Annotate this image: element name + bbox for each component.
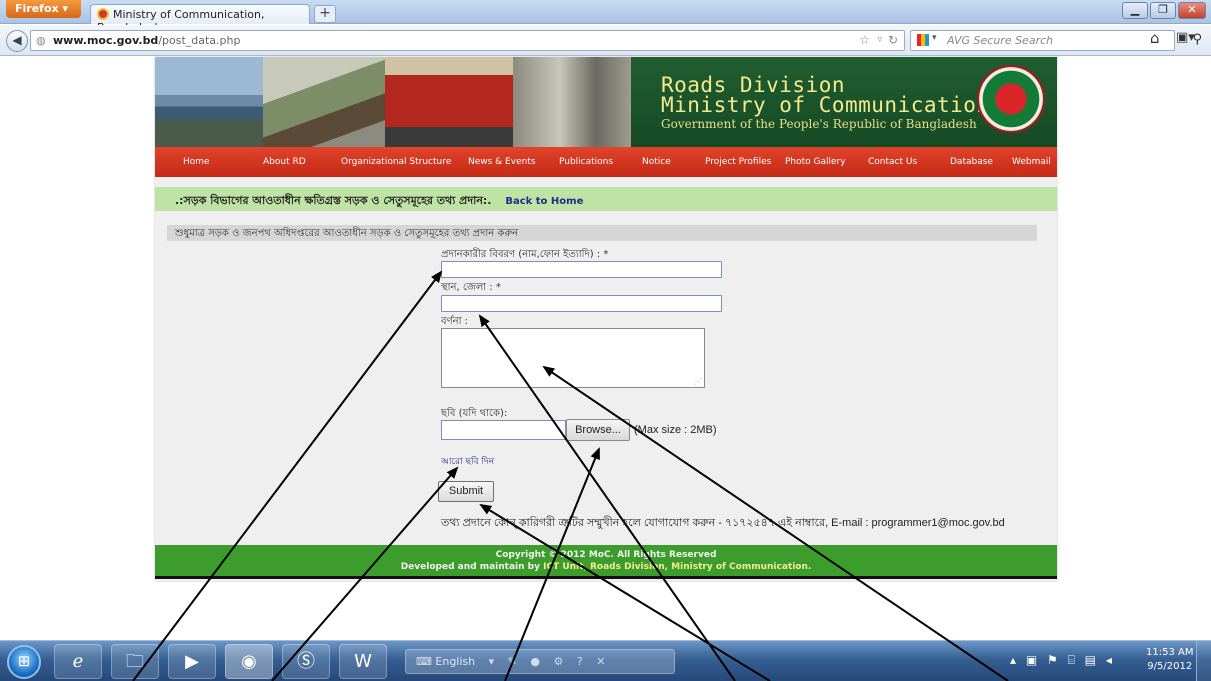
help-icon[interactable]: ? — [577, 655, 583, 668]
firefox-menu-label: Firefox — [15, 2, 59, 15]
description-textarea[interactable]: ⋰ — [441, 328, 705, 388]
menu-home[interactable]: Home — [183, 157, 210, 167]
minimize-icon[interactable]: ▁ — [1122, 2, 1148, 19]
skype-icon[interactable]: Ⓢ — [282, 644, 330, 679]
browser-title-bar: Firefox ▾ Ministry of Communication, Ban… — [0, 0, 1211, 34]
site-banner: Roads Division Ministry of Communication… — [155, 57, 1057, 147]
history-dropdown-icon[interactable]: ▿ — [877, 35, 882, 45]
site-menu-bar: Home About RD Organizational Structure N… — [155, 147, 1057, 177]
pen-icon[interactable]: ✎ — [508, 655, 517, 668]
menu-notice[interactable]: Notice — [642, 157, 671, 167]
language-label: English — [435, 655, 476, 668]
copyright-text: Copyright © 2012 MoC. All Rights Reserve… — [495, 550, 717, 560]
bridge-deck-photo — [513, 57, 631, 147]
max-size-note: (Max size : 2MB) — [634, 424, 717, 436]
home-icon[interactable]: ⌂ — [1150, 29, 1160, 47]
menu-news-events[interactable]: News & Events — [468, 157, 536, 167]
site-footer: Copyright © 2012 MoC. All Rights Reserve… — [155, 545, 1057, 579]
language-dropdown-icon[interactable]: ▾ — [489, 655, 495, 668]
menu-photo-gallery[interactable]: Photo Gallery — [785, 157, 846, 167]
keyboard-icon: ⌨ — [416, 655, 432, 668]
submit-button[interactable]: Submit — [438, 481, 494, 502]
government-seal-logo — [977, 65, 1045, 133]
developer-credit: Developed and maintain by ICT Unit, Road… — [155, 561, 1057, 573]
network-icon[interactable]: ⌸ — [1068, 653, 1075, 667]
search-engine-dropdown-icon[interactable]: ▾ — [932, 33, 937, 43]
back-arrow-icon[interactable]: ◀ — [6, 30, 28, 52]
system-clock[interactable]: 11:53 AM 9/5/2012 — [1146, 646, 1193, 674]
bus-photo — [385, 57, 513, 147]
new-tab-button[interactable]: + — [314, 5, 336, 23]
browser-tab[interactable]: Ministry of Communication, Bangladesh — [90, 4, 310, 34]
settings-icon[interactable]: ⚙ — [553, 655, 563, 668]
windows-taskbar: ⊞ ℯ 🗀 ▶ ◉ Ⓢ W ⌨ English ▾ ✎ ● ⚙ ? ✕ ▴ ▣ … — [0, 640, 1211, 681]
pdf-icon[interactable]: ▣ — [1026, 653, 1037, 667]
menu-organizational-structure[interactable]: Organizational Structure — [341, 157, 451, 167]
menu-publications[interactable]: Publications — [559, 157, 613, 167]
location-input[interactable] — [441, 295, 722, 312]
browse-button[interactable]: Browse... — [566, 419, 630, 441]
action-center-icon[interactable]: ⚑ — [1047, 653, 1058, 667]
site-container: Roads Division Ministry of Communication… — [155, 57, 1057, 581]
show-desktop-button[interactable] — [1196, 641, 1211, 681]
page-header-bar: .:সড়ক বিভাগের আওতাধীন ক্ষতিগ্রস্ত সড়ক … — [155, 187, 1057, 211]
firefox-taskbar-icon[interactable]: ◉ — [225, 644, 273, 679]
menu-webmail[interactable]: Webmail — [1012, 157, 1051, 167]
url-path: /post_data.php — [158, 34, 241, 47]
bridge-photo — [155, 57, 263, 147]
photo-file-input[interactable] — [441, 420, 566, 440]
navigation-toolbar: ◀ ◍ www.moc.gov.bd/post_data.php ☆ ▿ ↻ ▾… — [0, 25, 1211, 56]
site-favicon-icon — [97, 8, 109, 20]
resize-grip-icon[interactable]: ⋰ — [694, 377, 702, 386]
speech-icon[interactable]: ● — [530, 655, 540, 668]
bookmark-star-icon[interactable]: ☆ — [859, 33, 870, 47]
avg-logo-icon — [917, 34, 929, 46]
add-more-photo-link[interactable]: আরো ছবি দিন — [441, 454, 494, 469]
ict-unit-link[interactable]: ICT Unit, Roads Division, Ministry of Co… — [543, 562, 811, 572]
globe-icon: ◍ — [36, 34, 46, 47]
menu-about-rd[interactable]: About RD — [263, 157, 306, 167]
reload-icon[interactable]: ↻ — [888, 33, 898, 47]
highway-photo — [263, 57, 385, 147]
banner-title-block: Roads Division Ministry of Communication… — [631, 57, 1057, 147]
page-title: .:সড়ক বিভাগের আওতাধীন ক্ষতিগ্রস্ত সড়ক … — [175, 194, 492, 207]
url-domain: www.moc.gov.bd — [53, 34, 159, 47]
address-bar[interactable]: ◍ www.moc.gov.bd/post_data.php ☆ ▿ ↻ — [30, 30, 905, 51]
firefox-menu-button[interactable]: Firefox ▾ — [6, 0, 81, 18]
volume-icon[interactable]: ◂ — [1106, 653, 1112, 667]
display-icon[interactable]: ▤ — [1085, 653, 1096, 667]
system-tray: ▴ ▣ ⚑ ⌸ ▤ ◂ — [1010, 653, 1118, 668]
show-hidden-icons-icon[interactable]: ▴ — [1010, 653, 1016, 667]
provider-input[interactable] — [441, 261, 722, 278]
menu-contact-us[interactable]: Contact Us — [868, 157, 917, 167]
technical-contact-note: তথ্য প্রদানে কোন্‌ কারিগরী ত্রুটির সম্মু… — [441, 517, 1005, 529]
close-language-bar-icon[interactable]: ✕ — [596, 655, 605, 668]
clock-time: 11:53 AM — [1146, 647, 1194, 658]
menu-database[interactable]: Database — [950, 157, 993, 167]
language-bar[interactable]: ⌨ English ▾ ✎ ● ⚙ ? ✕ — [405, 649, 675, 674]
menu-project-profiles[interactable]: Project Profiles — [705, 157, 771, 167]
restore-icon[interactable]: ❐ — [1150, 2, 1176, 19]
search-placeholder: AVG Secure Search — [947, 34, 1054, 47]
credit-prefix: Developed and maintain by — [400, 562, 540, 572]
close-icon[interactable]: ✕ — [1178, 2, 1206, 19]
search-bar[interactable]: ▾ AVG Secure Search ⚲ — [910, 30, 1202, 51]
media-player-icon[interactable]: ▶ — [168, 644, 216, 679]
file-explorer-icon[interactable]: 🗀 — [111, 644, 159, 679]
addon-menu-icon[interactable]: ▣▾ — [1176, 30, 1195, 45]
internet-explorer-icon[interactable]: ℯ — [54, 644, 102, 679]
windows-start-icon[interactable]: ⊞ — [7, 645, 41, 679]
back-to-home-link[interactable]: Back to Home — [505, 196, 583, 207]
word-icon[interactable]: W — [339, 644, 387, 679]
form-instruction: শুধুমাত্র সড়ক ও জনপথ অধিদপ্তরের আওতাধীন… — [167, 225, 1037, 241]
page-viewport: Roads Division Ministry of Communication… — [0, 57, 1211, 640]
clock-date: 9/5/2012 — [1147, 661, 1193, 672]
